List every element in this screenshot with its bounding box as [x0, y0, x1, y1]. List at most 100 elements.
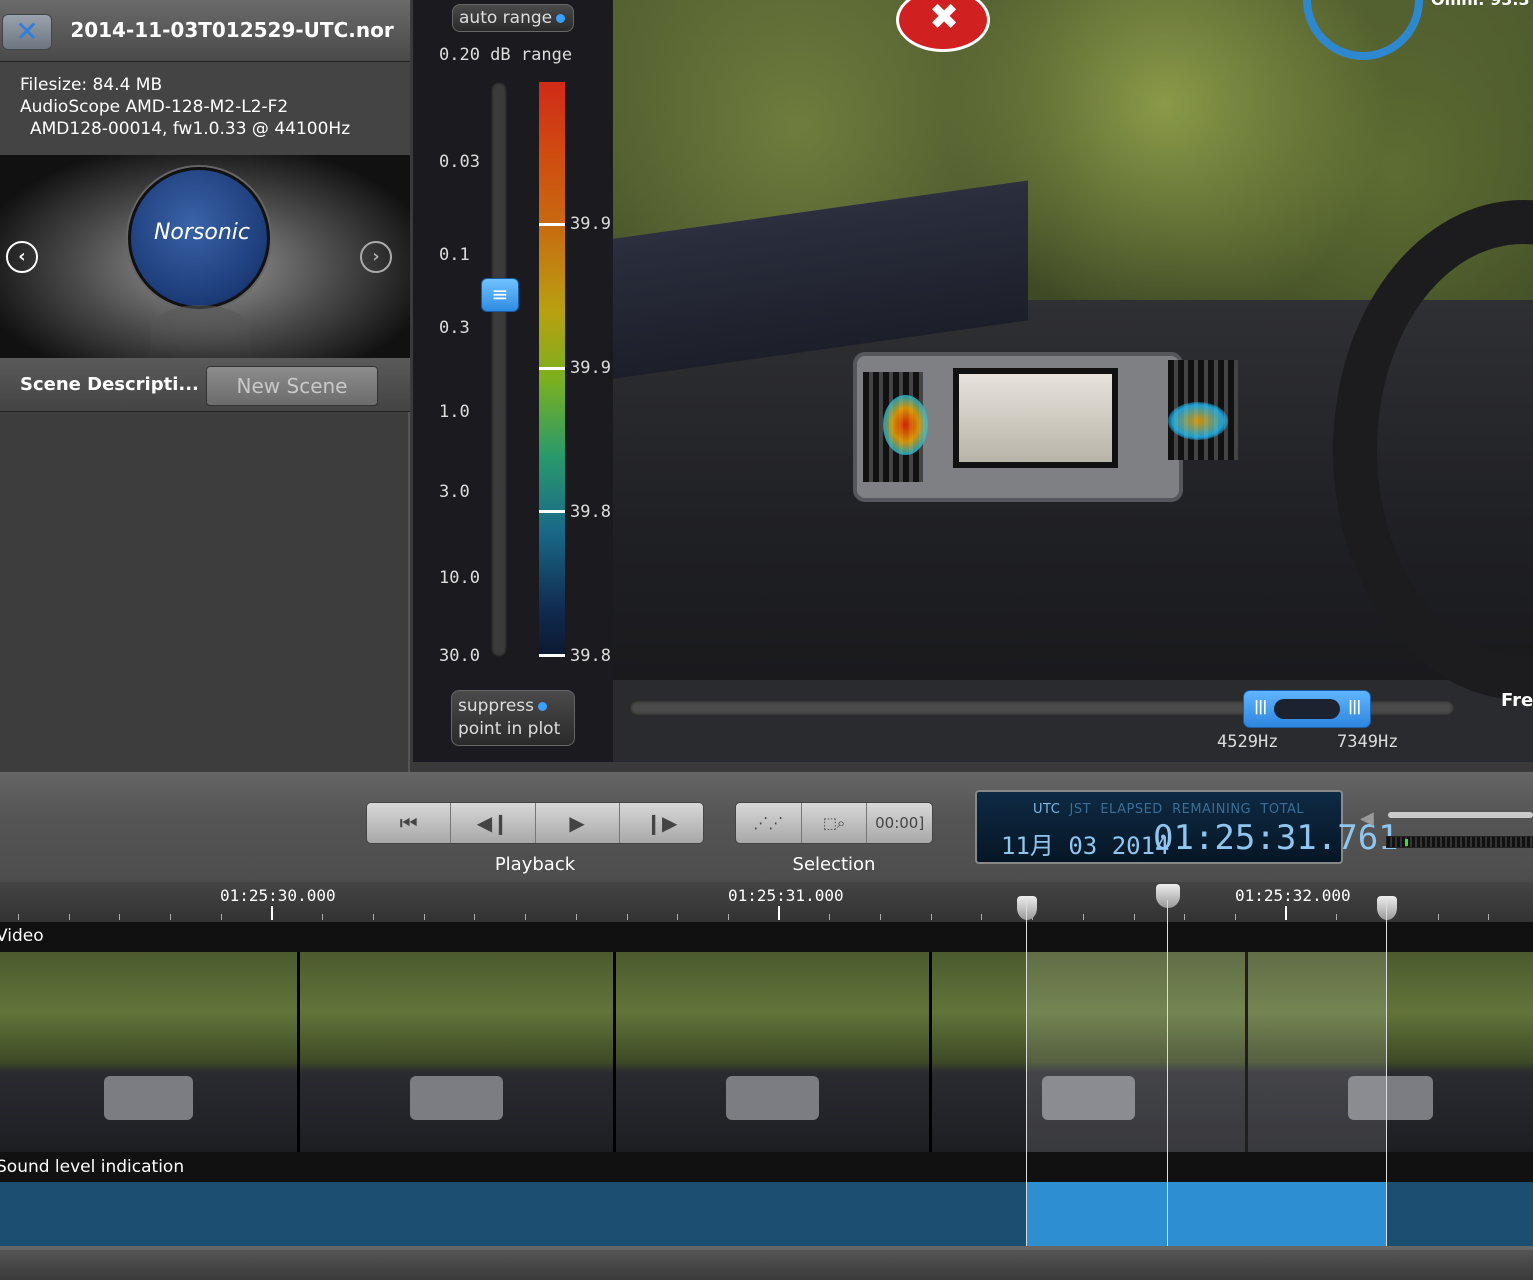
scale-label: 0.3: [439, 318, 470, 338]
time-stamp: 01:25:32.000: [1235, 886, 1351, 905]
suppress-label: suppress: [458, 696, 535, 716]
minor-tick: [170, 914, 171, 920]
minor-tick: [1083, 914, 1084, 920]
logo-reflection: [150, 305, 250, 355]
minor-tick: [981, 914, 982, 920]
minor-tick: [1184, 914, 1185, 920]
colorbar-label: 39.8: [570, 502, 611, 522]
grip-right-icon[interactable]: |||: [1348, 699, 1361, 715]
tab-total[interactable]: TOTAL: [1260, 802, 1304, 817]
scale-label: 10.0: [439, 568, 480, 588]
grip-left-icon[interactable]: |||: [1254, 699, 1267, 715]
video-view[interactable]: ✖ Omni: 93.3 auto range 0.20 dB range 0.…: [413, 0, 1533, 762]
chevron-left-icon[interactable]: ‹: [6, 241, 38, 273]
norsonic-logo: Norsonic: [128, 167, 270, 309]
filesize-text: Filesize: 84.4 MB: [20, 75, 163, 95]
level-meter: [1386, 836, 1533, 848]
level-indicator: [1405, 839, 1408, 846]
playback-controls: ⏮ ◀❙ ▶ ❙▶: [366, 802, 704, 844]
sound-hotspot: [883, 395, 928, 455]
skip-to-start-icon[interactable]: ⏮: [367, 803, 452, 843]
minor-tick: [1438, 914, 1439, 920]
colorbar-label: 39.8: [570, 646, 611, 666]
colorbar-tick: [539, 510, 565, 513]
time-mode-tabs: UTC JST ELAPSED REMAINING TOTAL: [1033, 802, 1304, 817]
time-stamp: 01:25:30.000: [220, 886, 336, 905]
step-forward-icon[interactable]: ❙▶: [620, 803, 703, 843]
range-slider-track[interactable]: [491, 82, 507, 657]
frequency-range-handle[interactable]: ||| |||: [1243, 690, 1371, 728]
file-header: ✕ 2014-11-03T012529-UTC.nor: [0, 0, 410, 62]
tab-utc[interactable]: UTC: [1033, 802, 1060, 817]
frequency-low-label: 4529Hz: [1217, 732, 1279, 752]
scale-label: 30.0: [439, 646, 480, 666]
chevron-right-icon[interactable]: ›: [360, 241, 392, 273]
time-stamp: 01:25:31.000: [728, 886, 844, 905]
minor-tick: [931, 914, 932, 920]
colorbar-tick: [539, 223, 565, 226]
minor-tick: [880, 914, 881, 920]
frequency-range-bar: [1274, 699, 1340, 719]
minor-tick: [18, 914, 19, 920]
tab-jst[interactable]: JST: [1070, 802, 1092, 817]
scale-label: 1.0: [439, 402, 470, 422]
timeline-ruler[interactable]: 01:25:30.000 01:25:31.000 01:25:32.000: [0, 882, 1533, 922]
video-thumbnail: [616, 952, 929, 1152]
control-bar: ⏮ ◀❙ ▶ ❙▶ Playback ⋰⋰ ⬚⌕ 00:00] Selectio…: [0, 772, 1533, 882]
close-x-icon[interactable]: ✕: [2, 14, 52, 50]
selection-label: Selection: [792, 854, 876, 875]
minor-tick: [728, 914, 729, 920]
video-thumbnail: [300, 952, 613, 1152]
video-thumbnail: [0, 952, 297, 1152]
select-level-icon[interactable]: ⋰⋰: [736, 803, 802, 843]
suppress-toggle[interactable]: suppress point in plot: [451, 690, 575, 746]
colorbar-tick: [539, 654, 565, 657]
file-name: 2014-11-03T012529-UTC.nor: [70, 18, 394, 42]
scale-label: 0.1: [439, 245, 470, 265]
minor-tick: [1336, 914, 1337, 920]
time-display[interactable]: UTC JST ELAPSED REMAINING TOTAL 11月 03 2…: [975, 790, 1399, 864]
selection-end-marker[interactable]: [1377, 896, 1397, 920]
minor-tick: [525, 914, 526, 920]
play-icon[interactable]: ▶: [536, 803, 620, 843]
video-track-label: Video: [0, 926, 44, 946]
major-tick: [1285, 906, 1287, 920]
file-panel: ✕ 2014-11-03T012529-UTC.nor Filesize: 84…: [0, 0, 410, 772]
toggle-dot-icon: [538, 701, 548, 711]
minor-tick: [677, 914, 678, 920]
minor-tick: [474, 914, 475, 920]
step-back-icon[interactable]: ◀❙: [451, 803, 536, 843]
selection-start-marker[interactable]: [1017, 896, 1037, 920]
toggle-dot-icon: [556, 13, 566, 23]
major-tick: [778, 906, 780, 920]
sound-track-header: Sound level indication: [0, 1152, 1533, 1182]
minor-tick: [373, 914, 374, 920]
scale-panel: auto range 0.20 dB range 0.03 0.1 0.3 1.…: [413, 0, 613, 762]
zoom-selection-icon[interactable]: ⬚⌕: [802, 803, 868, 843]
device-text: AudioScope AMD-128-M2-L2-F2: [20, 97, 289, 117]
tab-elapsed[interactable]: ELAPSED: [1100, 802, 1162, 817]
colorbar-tick: [539, 367, 565, 370]
new-scene-button[interactable]: New Scene: [206, 366, 378, 406]
time-range-icon[interactable]: 00:00]: [867, 803, 932, 843]
minor-tick: [829, 914, 830, 920]
firmware-text: AMD128-00014, fw1.0.33 @ 44100Hz: [30, 119, 351, 139]
auto-range-label: auto range: [459, 8, 553, 28]
sound-hotspot: [1168, 402, 1228, 440]
minor-tick: [1488, 914, 1489, 920]
selection-highlight: [1026, 952, 1386, 1152]
minor-tick: [1134, 914, 1135, 920]
auto-range-toggle[interactable]: auto range: [452, 4, 574, 32]
range-slider-handle[interactable]: ≡: [481, 278, 519, 312]
tab-remaining[interactable]: REMAINING: [1172, 802, 1251, 817]
playhead-marker[interactable]: [1156, 884, 1180, 908]
volume-slider[interactable]: [1388, 812, 1533, 818]
video-track-header: Video: [0, 922, 1533, 952]
playback-label: Playback: [494, 854, 576, 875]
scene-description-label: Scene Descripti...: [20, 374, 199, 395]
scene-bar: Scene Descripti... New Scene: [0, 358, 410, 412]
minor-tick: [69, 914, 70, 920]
colorbar-label: 39.9: [570, 358, 611, 378]
speaker-icon[interactable]: ◀: [1360, 808, 1374, 829]
frequency-label: Fre: [1501, 690, 1533, 711]
